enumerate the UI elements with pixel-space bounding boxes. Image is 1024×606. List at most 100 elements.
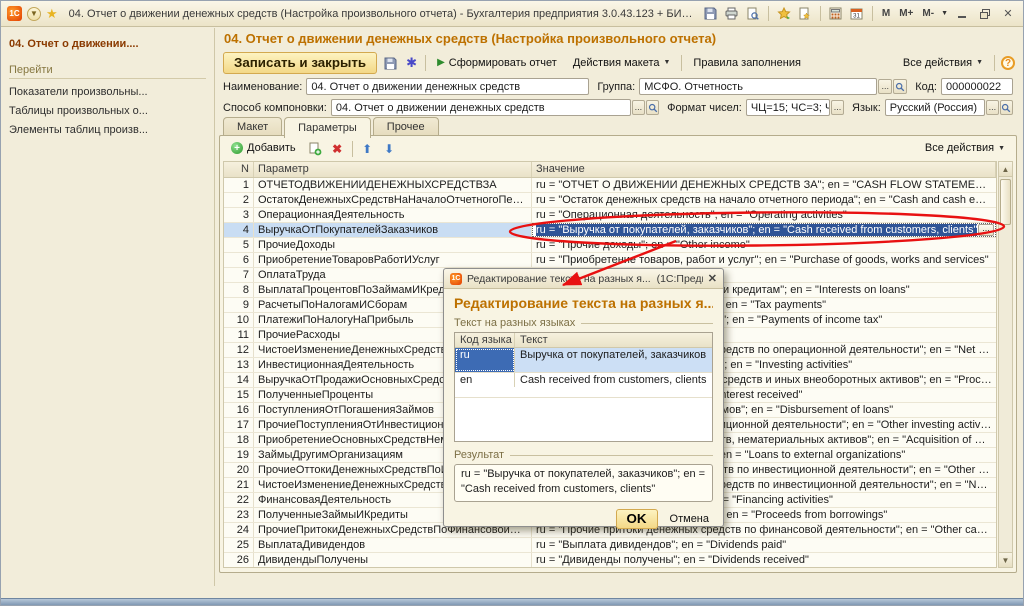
value-cell[interactable]: ru = "Дивиденды получены"; en = "Dividen… [532,553,996,567]
save-icon[interactable] [703,6,719,21]
restore-button[interactable] [976,6,994,21]
param-cell[interactable]: ДивидендыПолучены [254,553,532,567]
group-search-icon[interactable] [893,79,907,94]
delete-row-icon[interactable]: ✖ [330,141,345,156]
scroll-up-icon[interactable]: ▲ [999,162,1012,177]
composition-search-icon[interactable] [646,100,659,115]
value-cell[interactable]: ru = "Выплата дивидендов"; en = "Dividen… [532,538,996,552]
save-and-close-button[interactable]: Записать и закрыть [223,52,377,74]
lang-code-cell[interactable]: en [455,373,515,387]
column-header-param[interactable]: Параметр [254,162,532,177]
column-header-lang-code[interactable]: Код языка [455,333,515,347]
column-header-value[interactable]: Значение [532,162,996,177]
table-all-actions-button[interactable]: Все действия ▼ [920,140,1010,157]
value-cell[interactable]: ru = "Прочие доходы"; en = "Other income… [532,238,996,252]
dialog-title-bar: 1С Редактирование текста на разных я... … [444,269,723,289]
composition-input[interactable]: 04. Отчет о движении денежных средств [331,99,631,116]
table-row[interactable]: 26ДивидендыПолученыru = "Дивиденды получ… [224,553,996,568]
title-bar: 1С ▼ ★ 04. Отчет о движении денежных сре… [1,1,1023,27]
table-row[interactable]: 25ВыплатаДивидендовru = "Выплата дивиден… [224,538,996,553]
minimize-button[interactable] [953,6,971,21]
value-cell[interactable]: ru = "ОТЧЕТ О ДВИЖЕНИИ ДЕНЕЖНЫХ СРЕДСТВ … [532,178,996,192]
lang-row[interactable]: ruВыручка от покупателей, заказчиков [455,348,712,373]
ok-button[interactable]: OK [616,509,658,529]
add-row-button[interactable]: + Добавить [226,140,301,157]
table-row[interactable]: 1ОТЧЕТОДВИЖЕНИИДЕНЕЖНЫХСРЕДСТВЗАru = "ОТ… [224,178,996,193]
code-input[interactable]: 000000022 [941,78,1013,95]
window-title: 04. Отчет о движении денежных средств (Н… [63,8,698,20]
number-format-input[interactable]: ЧЦ=15; ЧС=3; ЧО=0 [746,99,830,116]
language-input[interactable]: Русский (Россия) [885,99,985,116]
language-table: Код языка Текст ruВыручка от покупателей… [454,332,713,442]
value-ellipsis-button[interactable]: ... [978,224,994,236]
param-cell[interactable]: ОстатокДенежныхСредствНаНачалоОтчетногоП… [254,193,532,207]
page-star-icon[interactable] [797,6,813,21]
value-cell[interactable]: ru = "Приобретение товаров, работ и услу… [532,253,996,267]
lang-row[interactable]: enCash received from customers, clients [455,373,712,398]
table-row[interactable]: 3ОперационнаяДеятельностьru = "Операцион… [224,208,996,223]
sidebar-item-table-elements[interactable]: Элементы таблиц произв... [9,124,206,136]
lang-text-cell[interactable]: Cash received from customers, clients [515,373,712,387]
calendar-icon[interactable]: 31 [849,6,865,21]
lang-text-cell[interactable]: Выручка от покупателей, заказчиков [515,348,712,372]
name-input[interactable]: 04. Отчет о движении денежных средств [306,78,589,95]
group-input[interactable]: МСФО. Отчетность [639,78,877,95]
language-search-icon[interactable] [1000,100,1013,115]
sidebar-item-tables[interactable]: Таблицы произвольных о... [9,105,206,117]
param-cell[interactable]: ОТЧЕТОДВИЖЕНИИДЕНЕЖНЫХСРЕДСТВЗА [254,178,532,192]
close-icon[interactable]: ✕ [708,272,717,285]
table-row[interactable]: 2ОстатокДенежныхСредствНаНачалоОтчетного… [224,193,996,208]
row-number: 17 [224,418,254,432]
lang-code-cell[interactable]: ru [455,348,515,372]
value-cell[interactable]: ru = "Операционная деятельность"; en = "… [532,208,996,222]
fill-rules-button[interactable]: Правила заполнения [688,55,806,72]
group-ellipsis-button[interactable]: ... [878,79,892,94]
preview-icon[interactable] [745,6,761,21]
generate-report-button[interactable]: ▶ Сформировать отчет [432,55,562,72]
tab-parameters[interactable]: Параметры [284,117,371,138]
param-cell[interactable]: ПриобретениеТоваровРаботИУслуг [254,253,532,267]
main-menu-button[interactable]: ▼ [27,7,41,21]
favorites-star-icon[interactable]: ★ [46,7,58,20]
value-cell[interactable]: ru = "Выручка от покупателей, заказчиков… [532,223,996,237]
move-down-icon[interactable]: ⬇ [382,141,397,156]
param-cell[interactable]: ОперационнаяДеятельность [254,208,532,222]
table-row[interactable]: 4ВыручкаОтПокупателейЗаказчиковru = "Выр… [224,223,996,238]
memory-m-button[interactable]: M [880,8,892,19]
layout-actions-button[interactable]: Действия макета ▼ [568,55,676,72]
divider [425,55,426,71]
move-up-icon[interactable]: ⬆ [360,141,375,156]
value-cell[interactable]: ru = "Остаток денежных средств на начало… [532,193,996,207]
scroll-down-icon[interactable]: ▼ [999,552,1012,567]
composition-ellipsis-button[interactable]: ... [632,100,645,115]
add-favorite-icon[interactable] [776,6,792,21]
code-label: Код: [915,81,937,93]
copy-row-icon[interactable] [308,141,323,156]
column-header-n[interactable]: N [224,162,254,177]
cancel-button[interactable]: Отмена [666,512,713,526]
language-ellipsis-button[interactable]: ... [986,100,999,115]
table-row[interactable]: 5ПрочиеДоходыru = "Прочие доходы"; en = … [224,238,996,253]
param-cell[interactable]: ВыручкаОтПокупателейЗаказчиков [254,223,532,237]
vertical-scrollbar[interactable]: ▲ ▼ [998,161,1013,568]
param-cell[interactable]: ПрочиеДоходы [254,238,532,252]
memory-mminus-button[interactable]: M- [920,8,936,19]
help-icon[interactable]: ? [1001,56,1015,70]
print-icon[interactable] [724,6,740,21]
save-icon[interactable] [383,56,398,71]
column-header-text[interactable]: Текст [515,333,712,347]
close-icon[interactable]: ✕ [999,6,1017,21]
sidebar-item-indicators[interactable]: Показатели произвольны... [9,86,206,98]
all-actions-button[interactable]: Все действия ▼ [898,55,988,72]
row-number: 19 [224,448,254,462]
memory-mplus-button[interactable]: M+ [897,8,915,19]
scrollbar-thumb[interactable] [1000,179,1011,225]
status-bar [1,598,1023,605]
number-format-ellipsis-button[interactable]: ... [831,100,844,115]
toolbar-overflow-button[interactable]: ▼ [941,10,948,17]
table-row[interactable]: 6ПриобретениеТоваровРаботИУслугru = "При… [224,253,996,268]
param-cell[interactable]: ВыплатаДивидендов [254,538,532,552]
sparkle-icon[interactable]: ✱ [404,56,419,71]
sidebar-current-report-link[interactable]: 04. Отчет о движении.... [9,38,206,50]
calculator-icon[interactable] [828,6,844,21]
